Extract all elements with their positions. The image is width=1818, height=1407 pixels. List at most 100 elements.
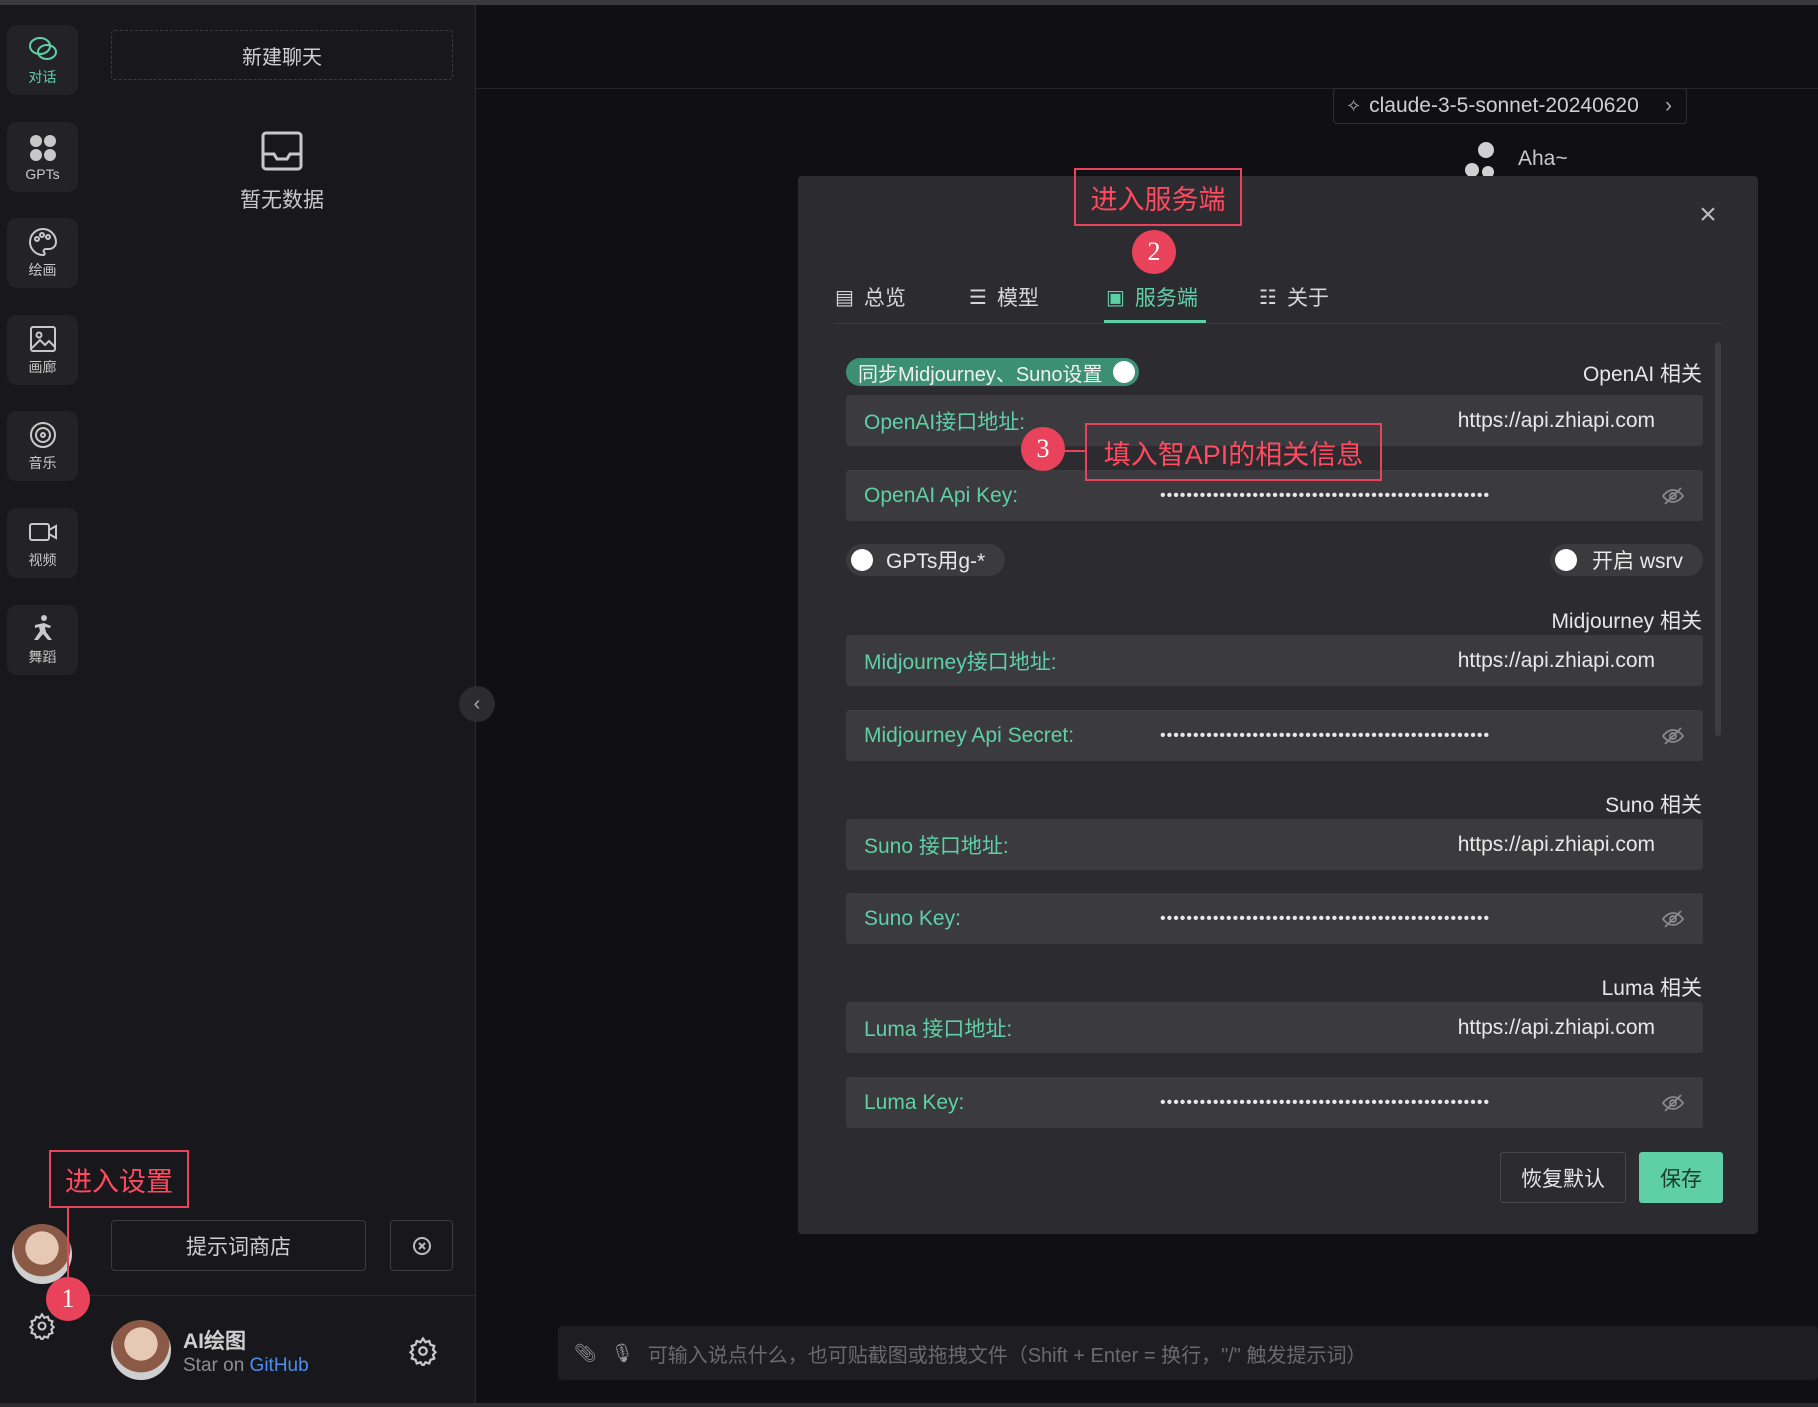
tab-label: 服务端	[1134, 287, 1198, 310]
luma-url-field[interactable]: Luma 接口地址: https://api.zhiapi.com	[846, 1002, 1703, 1053]
tab-about[interactable]: ☷ 关于	[1259, 270, 1329, 324]
tab-label: 关于	[1286, 287, 1329, 310]
chat-icon	[28, 37, 57, 60]
chat-input[interactable]: 📎︎ 🎙︎ 可输入说点什么，也可贴截图或拖拽文件（Shift + Enter =…	[558, 1326, 1818, 1380]
annotation-step2-label: 进入服务端	[1074, 168, 1242, 226]
field-label: OpenAI接口地址:	[864, 410, 1026, 434]
dance-icon	[33, 615, 52, 640]
document-icon: ▤	[835, 286, 854, 309]
section-title-suno: Suno 相关	[1605, 794, 1702, 817]
field-label: Luma 接口地址:	[864, 1017, 1013, 1041]
active-tab-indicator	[1104, 320, 1206, 323]
rail-item-gpts[interactable]: GPTs	[7, 122, 78, 192]
app-root: 对话 GPTs 绘画 画廊 音乐 视频 舞蹈 新建聊天 暂无数据 ‹ 提示词商店…	[0, 0, 1818, 1407]
rail-item-gallery[interactable]: 画廊	[7, 315, 78, 385]
eye-off-icon[interactable]	[1661, 724, 1685, 748]
sync-toggle[interactable]: 同步Midjourney、Suno设置	[846, 358, 1139, 386]
rail-avatar[interactable]	[12, 1224, 72, 1284]
rail-item-draw[interactable]: 绘画	[7, 218, 78, 288]
palette-icon	[28, 227, 57, 257]
new-chat-button[interactable]: 新建聊天	[111, 30, 453, 80]
github-link[interactable]: GitHub	[250, 1355, 309, 1376]
section-title-openai: OpenAI 相关	[1582, 363, 1702, 386]
rail-item-label: 绘画	[28, 262, 57, 278]
field-label: Midjourney接口地址:	[864, 650, 1057, 674]
prompt-store-button[interactable]: 提示词商店	[111, 1220, 366, 1271]
eye-off-icon[interactable]	[1661, 1091, 1685, 1115]
rail-item-dance[interactable]: 舞蹈	[7, 605, 78, 675]
star-prefix: Star on	[183, 1355, 245, 1376]
model-name: claude-3-5-sonnet-20240620	[1369, 94, 1639, 117]
annotation-step3-label: 填入智API的相关信息	[1085, 423, 1382, 481]
annotation-step2-number: 2	[1132, 230, 1176, 274]
mj-url-field[interactable]: Midjourney接口地址: https://api.zhiapi.com	[846, 635, 1703, 686]
tab-label: 模型	[996, 287, 1039, 310]
chat-input-placeholder: 可输入说点什么，也可贴截图或拖拽文件（Shift + Enter = 换行，"/…	[647, 1344, 1367, 1367]
rail-item-label: 视频	[28, 552, 57, 568]
inbox-icon	[261, 131, 303, 171]
collapse-sidebar-button[interactable]: ‹	[459, 686, 495, 722]
video-icon	[28, 523, 57, 541]
rail-item-video[interactable]: 视频	[7, 508, 78, 578]
sparkle-icon: ✧	[1346, 95, 1362, 116]
image-icon	[29, 326, 56, 352]
suno-key-field[interactable]: Suno Key: ••••••••••••••••••••••••••••••…	[846, 893, 1703, 944]
mj-secret-field[interactable]: Midjourney Api Secret: •••••••••••••••••…	[846, 710, 1703, 761]
save-button[interactable]: 保存	[1639, 1152, 1723, 1203]
section-title-midjourney: Midjourney 相关	[1551, 610, 1702, 633]
rail-item-label: 音乐	[28, 455, 57, 471]
masked-value: ••••••••••••••••••••••••••••••••••••••••…	[1160, 1093, 1491, 1111]
toggle-knob	[851, 549, 873, 571]
close-circle-icon	[412, 1236, 431, 1255]
rail-item-music[interactable]: 音乐	[7, 411, 78, 481]
close-icon[interactable]: ×	[1695, 200, 1721, 230]
toggle-knob	[1112, 361, 1135, 383]
tab-overview[interactable]: ▤ 总览	[835, 270, 906, 324]
user-gear-icon[interactable]	[408, 1336, 438, 1366]
tab-models[interactable]: ☰ 模型	[969, 270, 1039, 324]
tab-server[interactable]: ▣ 服务端	[1106, 270, 1198, 324]
assistant-name: Aha~	[1518, 147, 1568, 170]
eye-off-icon[interactable]	[1661, 907, 1685, 931]
model-selector[interactable]: ✧ claude-3-5-sonnet-20240620 ›	[1333, 88, 1687, 124]
microphone-icon[interactable]: 🎙︎	[611, 1343, 634, 1364]
clear-button[interactable]	[390, 1220, 453, 1271]
rail-item-label: GPTs	[25, 166, 60, 182]
gpts-toggle-label: GPTs用g-*	[886, 550, 986, 573]
tab-label: 总览	[863, 287, 906, 310]
paperclip-icon[interactable]: 📎︎	[574, 1343, 597, 1364]
settings-gear-icon[interactable]	[28, 1312, 56, 1340]
wsrv-toggle[interactable]: 开启 wsrv	[1550, 544, 1703, 576]
settings-modal	[798, 176, 1758, 1234]
gpts-toggle[interactable]: GPTs用g-*	[846, 544, 1005, 576]
grid-icon	[29, 135, 56, 161]
reset-defaults-button[interactable]: 恢复默认	[1500, 1152, 1626, 1203]
user-avatar[interactable]	[111, 1320, 171, 1380]
field-label: Midjourney Api Secret:	[864, 723, 1075, 747]
annotation-step3-number: 3	[1021, 427, 1065, 471]
server-icon: ▣	[1106, 286, 1125, 309]
music-icon	[29, 422, 56, 448]
field-value: https://api.zhiapi.com	[1457, 408, 1655, 432]
field-label: OpenAI Api Key:	[864, 483, 1019, 507]
annotation-step1-connector	[67, 1208, 69, 1284]
suno-url-field[interactable]: Suno 接口地址: https://api.zhiapi.com	[846, 819, 1703, 870]
empty-state: 暂无数据	[200, 130, 364, 214]
field-label: Luma Key:	[864, 1090, 965, 1114]
section-title-luma: Luma 相关	[1601, 977, 1702, 1000]
eye-off-icon[interactable]	[1661, 484, 1685, 508]
chevron-right-icon: ›	[1665, 94, 1672, 117]
window-bottom-border	[0, 1403, 1818, 1407]
masked-value: ••••••••••••••••••••••••••••••••••••••••…	[1160, 726, 1491, 744]
rail-item-chat[interactable]: 对话	[7, 25, 78, 95]
masked-value: ••••••••••••••••••••••••••••••••••••••••…	[1160, 909, 1491, 927]
modal-scrollbar[interactable]	[1715, 342, 1721, 736]
wsrv-toggle-label: 开启 wsrv	[1592, 550, 1683, 573]
luma-key-field[interactable]: Luma Key: ••••••••••••••••••••••••••••••…	[846, 1077, 1703, 1128]
user-name: AI绘图	[183, 1330, 246, 1353]
field-label: Suno Key:	[864, 906, 961, 930]
annotation-step1-label: 进入设置	[49, 1150, 189, 1208]
rail-item-label: 画廊	[28, 359, 57, 375]
rail-item-label: 舞蹈	[28, 649, 57, 665]
annotation-step1-number: 1	[46, 1277, 90, 1321]
